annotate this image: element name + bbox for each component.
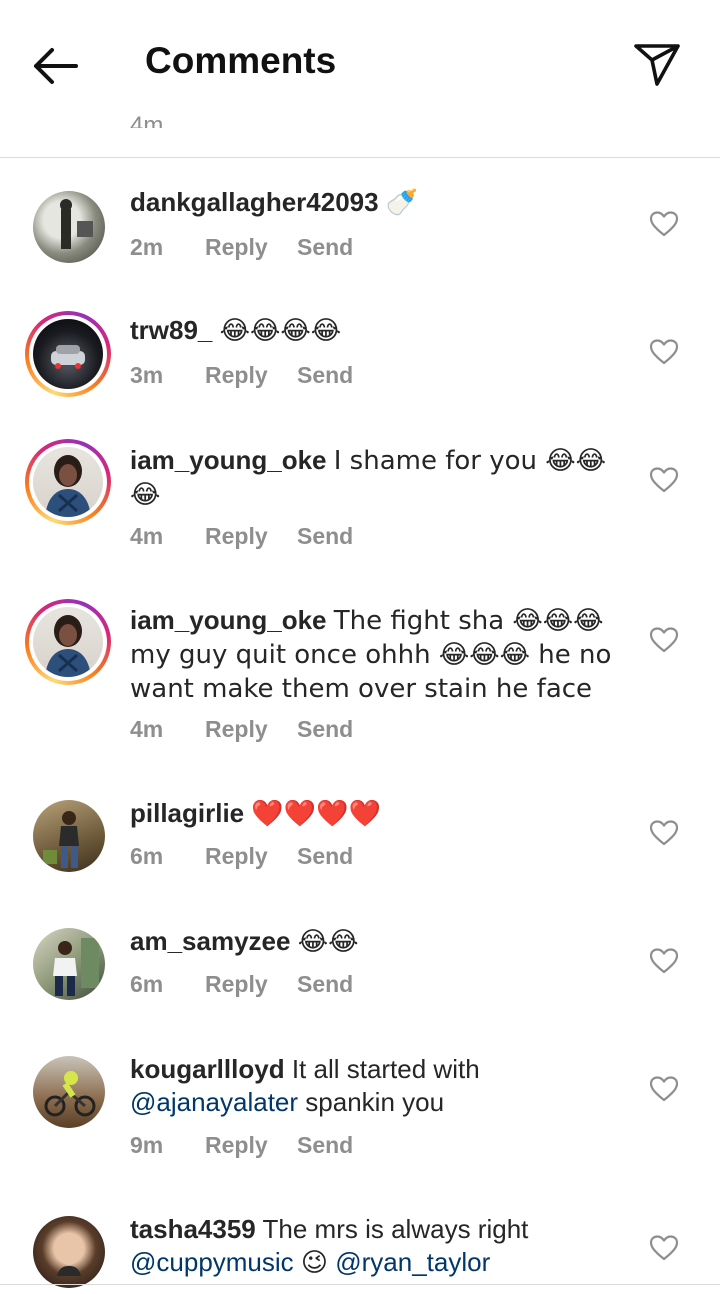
comment-body: 🍼 <box>385 188 419 218</box>
comment-time: 2m <box>130 234 164 260</box>
send-button[interactable]: Send <box>297 362 353 389</box>
avatar[interactable] <box>25 183 111 269</box>
mention-link[interactable]: @ajanayalater <box>130 1087 298 1117</box>
like-heart-icon[interactable] <box>649 1076 679 1102</box>
comment-text: iam_young_oke The fight sha 😂😂😂 my guy q… <box>130 604 620 706</box>
reply-button[interactable]: Reply <box>205 716 297 743</box>
comment-username[interactable]: tasha4359 <box>130 1214 256 1244</box>
send-button[interactable]: Send <box>297 523 353 550</box>
comment-body: It all started with <box>291 1054 480 1084</box>
reply-button[interactable]: Reply <box>205 843 297 870</box>
avatar-image <box>33 1216 105 1288</box>
send-button[interactable]: Send <box>297 234 353 261</box>
reply-button[interactable]: Reply <box>205 971 297 998</box>
direct-send-icon[interactable] <box>632 40 682 90</box>
comment-text: tasha4359 The mrs is always right @cuppy… <box>130 1213 620 1280</box>
avatar-image <box>33 319 103 389</box>
comment-meta: 3m Reply Send <box>130 362 353 389</box>
comment-username[interactable]: dankgallagher42093 <box>130 187 379 217</box>
comment-body: The mrs is always right <box>262 1214 529 1244</box>
comment-text: pillagirlie ❤️❤️❤️❤️ <box>130 797 620 831</box>
comment-body: ❤️❤️❤️❤️ <box>251 799 381 829</box>
send-button[interactable]: Send <box>297 971 353 998</box>
avatar-image <box>33 800 105 872</box>
comment-username[interactable]: pillagirlie <box>130 798 244 828</box>
comment-body: 😂😂😂😂 <box>219 316 342 346</box>
like-heart-icon[interactable] <box>649 627 679 653</box>
avatar-image <box>33 607 103 677</box>
comment-username[interactable]: iam_young_oke <box>130 445 327 475</box>
comment-time: 6m <box>130 971 164 997</box>
avatar[interactable] <box>25 1208 111 1294</box>
bottom-divider <box>0 1284 720 1285</box>
mention-link[interactable]: @cuppymusic <box>130 1247 294 1277</box>
comment-meta: 2m Reply Send <box>130 234 353 261</box>
like-heart-icon[interactable] <box>649 948 679 974</box>
send-button[interactable]: Send <box>297 716 353 743</box>
page-title: Comments <box>145 40 337 81</box>
comment-meta: 4m Reply Send <box>130 523 353 550</box>
comment-text: am_samyzee 😂😂 <box>130 925 620 959</box>
reply-button[interactable]: Reply <box>205 1132 297 1159</box>
comment-text: iam_young_oke I shame for you 😂😂 😂 <box>130 444 620 512</box>
send-button[interactable]: Send <box>297 1132 353 1159</box>
avatar-image <box>33 191 105 263</box>
avatar[interactable] <box>25 439 111 525</box>
comment-meta: 4m Reply Send <box>130 716 353 743</box>
comment-meta: 6m Reply Send <box>130 843 353 870</box>
comment-emoji: 😉 <box>300 1248 329 1278</box>
reply-button[interactable]: Reply <box>205 234 297 261</box>
previous-comment-time: 4m <box>130 112 164 128</box>
comment-text: kougarllloyd It all started with @ajanay… <box>130 1053 620 1119</box>
comment-username[interactable]: iam_young_oke <box>130 605 327 635</box>
comment-username[interactable]: kougarllloyd <box>130 1054 285 1084</box>
back-arrow-icon[interactable] <box>30 44 82 88</box>
comment-body-end: spankin you <box>305 1087 445 1117</box>
avatar[interactable] <box>25 792 111 878</box>
like-heart-icon[interactable] <box>649 339 679 365</box>
avatar-image <box>33 1056 105 1128</box>
send-button[interactable]: Send <box>297 843 353 870</box>
like-heart-icon[interactable] <box>649 211 679 237</box>
avatar[interactable] <box>25 920 111 1006</box>
comment-time: 6m <box>130 843 164 869</box>
like-heart-icon[interactable] <box>649 820 679 846</box>
avatar[interactable] <box>25 599 111 685</box>
comment-meta: 6m Reply Send <box>130 971 353 998</box>
avatar[interactable] <box>25 1048 111 1134</box>
comment-text: dankgallagher42093 🍼 <box>130 186 620 220</box>
comment-body: 😂😂 <box>297 927 359 957</box>
comment-time: 4m <box>130 523 164 549</box>
comment-time: 9m <box>130 1132 164 1158</box>
like-heart-icon[interactable] <box>649 467 679 493</box>
mention-link[interactable]: @ryan_taylor <box>335 1247 490 1277</box>
comment-username[interactable]: am_samyzee <box>130 926 290 956</box>
reply-button[interactable]: Reply <box>205 362 297 389</box>
comment-text: trw89_ 😂😂😂😂 <box>130 314 620 348</box>
like-heart-icon[interactable] <box>649 1235 679 1261</box>
header-divider <box>0 157 720 158</box>
comment-username[interactable]: trw89_ <box>130 315 212 345</box>
avatar-image <box>33 447 103 517</box>
header: Comments 4m <box>0 0 720 130</box>
avatar-image <box>33 928 105 1000</box>
reply-button[interactable]: Reply <box>205 523 297 550</box>
comment-time: 3m <box>130 362 164 388</box>
comment-time: 4m <box>130 716 164 742</box>
avatar[interactable] <box>25 311 111 397</box>
comment-meta: 9m Reply Send <box>130 1132 353 1159</box>
